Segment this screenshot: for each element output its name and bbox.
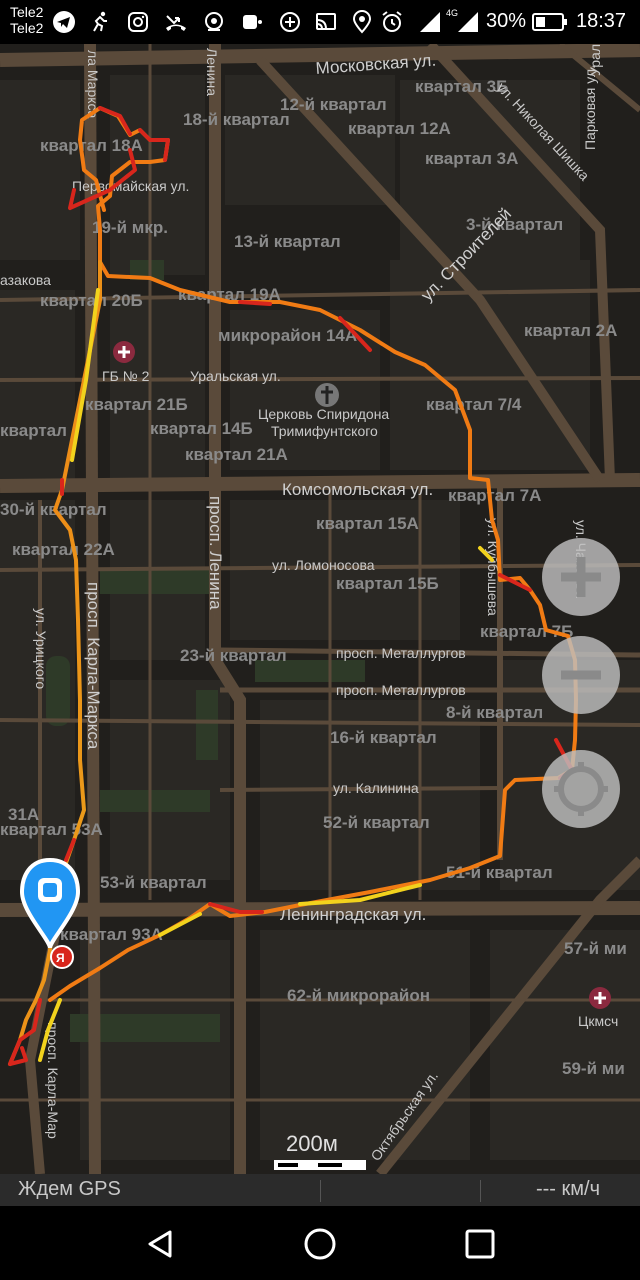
quarter-label: квартал 2А [524,321,617,340]
signal-icon-2 [458,12,478,32]
poi-label: Цкмсч [578,1013,618,1029]
quarter-label: 62-й микрорайон [287,986,430,1005]
street-label: просп. Карла-Маркса [84,582,103,750]
divider [480,1180,481,1202]
gps-status: Ждем GPS [18,1178,121,1200]
plus-icon [561,557,601,597]
zoom-out-button[interactable] [542,636,620,714]
street-label: Ленина [204,48,220,96]
runner-icon [93,11,107,32]
quarter-label: 23-й квартал [180,646,287,665]
street-label: азакова [0,272,51,288]
app-icon [205,12,223,31]
back-button[interactable] [140,1224,180,1264]
telegram-icon [53,11,75,33]
battery-percent: 30% [486,10,527,32]
info-bar: Ждем GPS --- км/ч [0,1174,640,1206]
alarm-icon [382,11,402,32]
quarter-label: квартал 21Б [85,395,188,414]
scale-label: 200м [286,1131,338,1156]
quarter-label: 51-й квартал [446,863,553,882]
street-label: Уральская ул. [190,368,281,384]
poi-label: Тримифунтского [271,423,378,439]
navigation-bar [0,1206,640,1280]
quarter-label: квартал 3А [425,149,518,168]
quarter-label: 57-й ми [564,939,627,958]
quarter-label: квартал 7А [448,486,541,505]
cast-icon [316,13,336,30]
street-label: ул. Калинина [333,780,419,796]
street-label: просп. Металлургов [336,682,466,698]
crosshair-icon [554,762,608,816]
quarter-label: квартал 18А [40,136,143,155]
street-label: просп. Металлургов [336,645,466,661]
quarter-label: квартал 21А [185,445,288,464]
quarter-label: 52-й квартал [323,813,430,832]
yandex-logo: Я [50,945,74,969]
quarter-label: квартал 20Б [40,291,143,310]
battery-icon [532,13,567,31]
carrier-2: Tele2 [10,20,44,36]
street-label: Комсомольская ул. [282,480,433,499]
poi-label: Церковь Спиридона [258,406,389,422]
quarter-label: 12-й квартал [280,95,387,114]
street-label: ул. Ломоносова [272,557,375,573]
quarter-label: квартал 22А [12,540,115,559]
quarter-label: квартал [0,421,67,440]
quarter-label: 16-й квартал [330,728,437,747]
recents-button[interactable] [460,1224,500,1264]
street-label: Парковая ул. [582,65,598,150]
yandex-letter: Я [56,951,65,965]
clock: 18:37 [576,10,627,32]
quarter-label: 13-й квартал [234,232,341,251]
location-icon [352,10,372,34]
quarter-label: квартал 53А [0,820,103,839]
street-label: ул. Урицкого [33,608,49,689]
quarter-label: квартал 3Б [415,77,508,96]
minus-icon [561,670,601,680]
missed-call-icon [166,15,186,31]
street-label: Первомайская ул. [72,178,189,194]
quarter-label: 8-й квартал [446,703,543,722]
home-button[interactable] [300,1224,340,1264]
quarter-label: квартал 15А [316,514,419,533]
carrier-1: Tele2 [10,4,44,20]
street-label: Урал [587,44,603,76]
my-location-button[interactable] [542,750,620,828]
quarter-label: 18-й квартал [183,110,290,129]
street-label: Ленинградская ул. [280,905,426,924]
carrier-labels: Tele2 Tele2 [10,4,43,36]
quarter-label: 19-й мкр. [92,218,168,237]
street-label: просп. Ленина [206,496,225,610]
quarter-label: 53-й квартал [100,873,207,892]
quarter-label: микрорайон 14А [218,326,357,345]
signal-icon-1 [420,12,440,32]
record-icon [243,15,262,29]
quarter-label: квартал 7/4 [426,395,522,414]
status-bar: Tele2 Tele2 4G 30% 18:37 [0,0,640,44]
instagram-icon [128,12,148,32]
poi-label: ГБ № 2 [102,368,150,384]
quarter-label: квартал 12А [348,119,451,138]
quarter-label: квартал 15Б [336,574,439,593]
data-saver-icon [280,12,300,32]
divider [320,1180,321,1202]
map-view[interactable]: 12-й квартал квартал 3Б 18-й квартал ква… [0,44,640,1174]
quarter-label: квартал 14Б [150,419,253,438]
speed-readout: --- км/ч [535,1178,600,1200]
zoom-in-button[interactable] [542,538,620,616]
quarter-label: 59-й ми [562,1059,625,1078]
